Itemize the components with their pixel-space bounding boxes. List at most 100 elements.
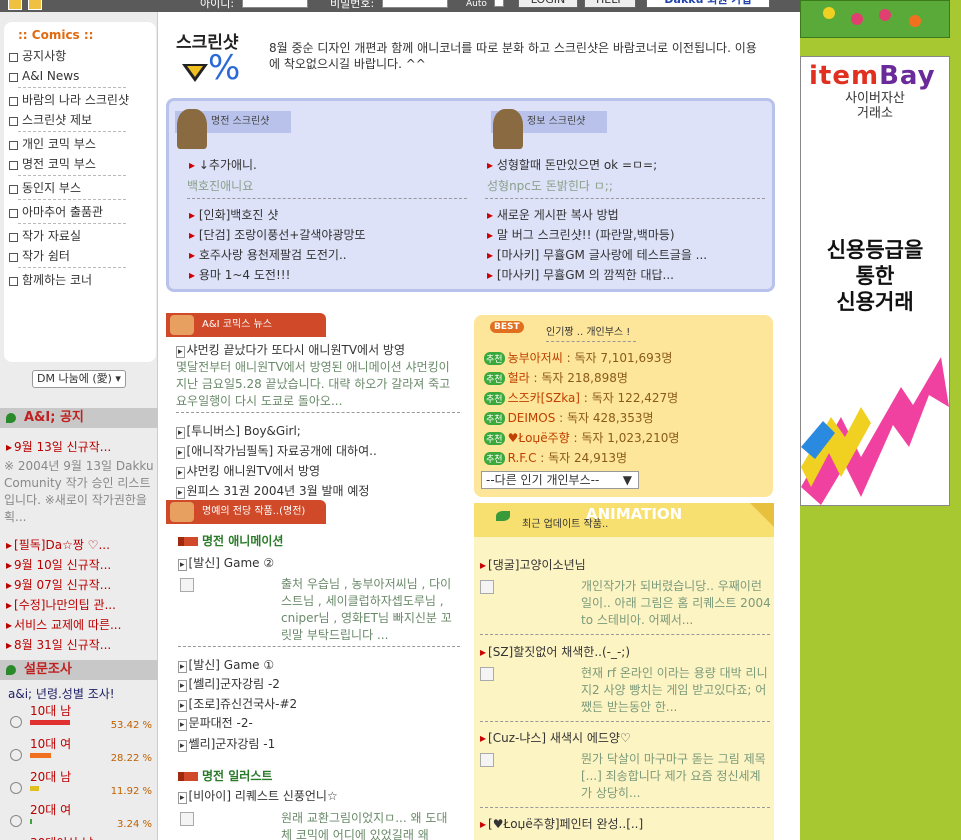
- thumbnail[interactable]: [480, 667, 494, 681]
- survey-option-label: 30대이상 남: [30, 834, 93, 840]
- hall-summary: 원래 교환그림이었지ㅁ... 왜 도대체 코믹에 어디에 있었길래 왜: [281, 811, 448, 840]
- reader-count: 독자 218,898명: [541, 371, 628, 385]
- itembay-logo-part: item: [809, 61, 880, 91]
- menu-item-notice[interactable]: 공지사항: [4, 46, 156, 66]
- help-button[interactable]: HELP: [584, 0, 636, 8]
- menu-item-together[interactable]: 함께하는 코너: [4, 270, 156, 290]
- best-booth-row[interactable]: 추천 ♥Łοџё주향 : 독자 1,023,210명: [484, 429, 679, 446]
- notice-link[interactable]: 8월 31일 신규작...: [6, 636, 111, 653]
- screenshot-link[interactable]: 말 버그 스크린샷!! (파란말,백마등): [487, 226, 675, 243]
- divider: [176, 412, 460, 413]
- itembay-ad[interactable]: itemBay 사이버자산 거래소 신용등급을 통한 신용거래: [800, 56, 950, 506]
- menu-item-artist-rest[interactable]: 작가 쉼터: [4, 246, 156, 266]
- divider: [187, 198, 467, 199]
- thumbnail[interactable]: [180, 812, 194, 826]
- menu-item-doujin[interactable]: 동인지 부스: [4, 178, 156, 198]
- chevron-down-icon: ▼: [622, 473, 632, 487]
- notice-link[interactable]: 9월 10일 신규작...: [6, 556, 111, 573]
- login-button[interactable]: LOGIN: [518, 0, 578, 8]
- survey-option-label: 20대 남: [30, 770, 72, 784]
- menu-item-screenshot[interactable]: 바람의 나라 스크린샷: [4, 90, 156, 110]
- booth-name[interactable]: 헐라: [508, 371, 530, 385]
- auto-checkbox[interactable]: [494, 0, 504, 7]
- thumbnail[interactable]: [480, 580, 494, 594]
- screenshot-link[interactable]: ↓추가애니.: [189, 156, 257, 173]
- divider: [18, 223, 126, 224]
- hall-link[interactable]: 문파대전 -2-: [178, 714, 253, 731]
- survey-percent: 3.24 %: [117, 819, 152, 830]
- home-icon[interactable]: [8, 0, 22, 10]
- best-booth-row[interactable]: 추천 R.F.C : 독자 24,913명: [484, 449, 627, 466]
- menu-item-ai-news[interactable]: A&I News: [4, 66, 156, 86]
- hall-link[interactable]: [발신] Game ①: [178, 656, 275, 673]
- notice-link[interactable]: 9월 07일 신규작...: [6, 576, 111, 593]
- hall-link[interactable]: [조로]쥬신건국사-#2: [178, 695, 298, 712]
- hall-link[interactable]: 쎌리]군자강림 -1: [178, 735, 276, 752]
- dm-select-label: DM 나눔에 (愛): [37, 372, 112, 385]
- best-booth-row[interactable]: 추천 농부아저씨 : 독자 7,101,693명: [484, 349, 672, 366]
- booth-name[interactable]: R.F.C: [508, 451, 537, 465]
- logo-percent: %: [208, 48, 241, 88]
- notice-link[interactable]: 9월 13일 신규작...: [6, 438, 111, 455]
- auto-label: Auto: [466, 0, 487, 9]
- screenshot-link[interactable]: [단검] 조랑이풍선+갈색야광망또: [189, 226, 366, 243]
- id-input[interactable]: [242, 0, 308, 8]
- news-link[interactable]: 샤먼킹 애니원TV에서 방영: [176, 462, 321, 479]
- reader-count: 독자 428,353명: [567, 411, 654, 425]
- survey-radio[interactable]: [10, 782, 22, 794]
- survey-radio[interactable]: [10, 749, 22, 761]
- screenshot-link[interactable]: [마사키] 무휼GM 글사랑에 테스트글을 ...: [487, 246, 707, 263]
- booth-name[interactable]: 스즈카[SZka]: [508, 391, 580, 405]
- animation-link[interactable]: [♥Łοџё주향]페인터 완성..[..]: [480, 815, 643, 832]
- thumbnail[interactable]: [180, 578, 194, 592]
- hall-link[interactable]: [쎌리]군자강림 -2: [178, 675, 280, 692]
- divider: [480, 721, 770, 722]
- screenshot-link[interactable]: [마사키] 무휼GM 의 깜찍한 대답...: [487, 266, 674, 283]
- booth-name[interactable]: ♥Łοџё주향: [508, 431, 570, 445]
- hall-link[interactable]: [발신] Game ②: [178, 554, 275, 571]
- screenshot-link[interactable]: 용마 1~4 도전!!!: [189, 266, 291, 283]
- screenshot-link[interactable]: 새로운 게시판 복사 방법: [487, 206, 619, 223]
- notice-desc: ※ 2004년 9월 13일 Dakku Comunity 작가 승인 리스트 …: [4, 459, 154, 524]
- news-link[interactable]: [투니버스] Boy&Girl;: [176, 422, 301, 439]
- logo-icon-inner: [187, 66, 203, 77]
- menu-item-personal-comic[interactable]: 개인 코믹 부스: [4, 134, 156, 154]
- notice-link[interactable]: [필독]Da☆짱 ♡...: [6, 536, 110, 553]
- news-link[interactable]: 원피스 31권 2004년 3월 발매 예정: [176, 482, 370, 499]
- news-link[interactable]: [애니작가님필독] 자료공개에 대하여..: [176, 442, 377, 459]
- animation-link[interactable]: [SZ]할짓없어 채색한..(-_-;): [480, 643, 630, 660]
- animation-link[interactable]: [댕굴]고양이소년님: [480, 556, 586, 573]
- best-booth-row[interactable]: 추천 DEIMOS : 독자 428,353명: [484, 409, 654, 426]
- menu-item-amateur[interactable]: 아마추어 출품관: [4, 202, 156, 222]
- booth-name[interactable]: DEIMOS: [508, 411, 556, 425]
- menu-item-hall-comic[interactable]: 명전 코믹 부스: [4, 154, 156, 174]
- dm-select[interactable]: DM 나눔에 (愛) ▾: [32, 370, 126, 388]
- survey-bar: [30, 720, 70, 725]
- menu-item-artist-data[interactable]: 작가 자료실: [4, 226, 156, 246]
- news-link[interactable]: 샤먼킹 끝났다가 또다시 애니원TV에서 방영: [176, 341, 405, 358]
- popular-booth-select[interactable]: --다른 인기 개인부스-- ▼: [481, 471, 639, 489]
- screenshot-link[interactable]: 호주사랑 용천제팔검 도전기..: [189, 246, 347, 263]
- divider: [18, 175, 126, 176]
- flower-banner[interactable]: [800, 0, 950, 38]
- screenshot-link[interactable]: 성형할때 돈만있으면 ok =ㅁ=;: [487, 156, 657, 173]
- ad-sub-1: 사이버자산: [845, 91, 905, 106]
- best-booth-row[interactable]: 추천 헐라 : 독자 218,898명: [484, 369, 628, 386]
- notice-link[interactable]: [수정]나만의팁 관...: [6, 596, 116, 613]
- notice-link[interactable]: 서비스 교제에 따른...: [6, 616, 121, 633]
- hall-link[interactable]: [비아이] 리퀘스트 신풍언니☆: [178, 787, 338, 804]
- animation-link[interactable]: [Cuz-냐스] 새색시 에드양♡: [480, 729, 631, 746]
- bookmark-icon[interactable]: [28, 0, 42, 10]
- join-button[interactable]: Dakku 회원 가입: [646, 0, 770, 8]
- best-booth-row[interactable]: 추천 스즈카[SZka] : 독자 122,427명: [484, 389, 678, 406]
- survey-radio[interactable]: [10, 716, 22, 728]
- screenshot-link[interactable]: [인화]백호진 샷: [189, 206, 278, 223]
- thumbnail[interactable]: [480, 753, 494, 767]
- booth-name[interactable]: 농부아저씨: [508, 351, 563, 365]
- survey-option-label: 10대 여: [30, 737, 72, 751]
- survey-bar: [30, 786, 39, 791]
- password-input[interactable]: [382, 0, 448, 8]
- ad-headline-1: 신용등급을: [826, 238, 924, 262]
- menu-item-screenshot-report[interactable]: 스크린샷 제보: [4, 110, 156, 130]
- survey-radio[interactable]: [10, 815, 22, 827]
